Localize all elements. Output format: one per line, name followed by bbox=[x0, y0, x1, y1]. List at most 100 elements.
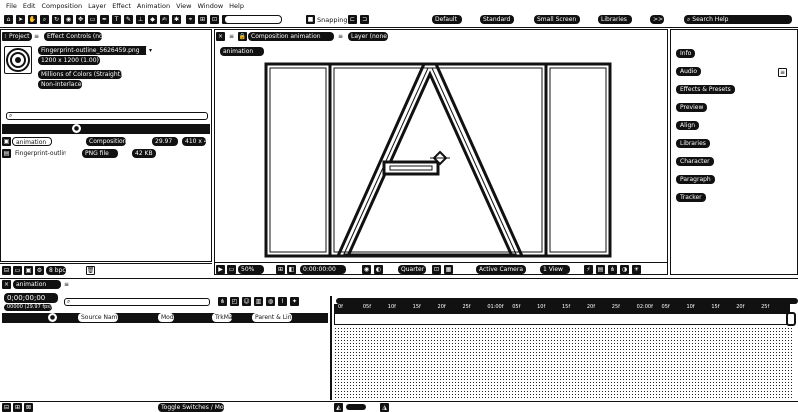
menu-item-edit[interactable]: Edit bbox=[23, 2, 36, 10]
work-area-bar[interactable] bbox=[334, 313, 790, 325]
transfer-controls-icon[interactable]: ⊞ bbox=[13, 403, 22, 412]
project-settings-icon[interactable]: ⚙ bbox=[35, 266, 44, 275]
project-row[interactable]: ▣ animation Composition 29.97 410 x 4 bbox=[2, 137, 210, 147]
workspace-small-screen[interactable]: Small Screen bbox=[534, 15, 580, 24]
column-source-name[interactable]: Source Name bbox=[78, 313, 118, 322]
tab-layer[interactable]: Layer (none) bbox=[348, 32, 388, 41]
panel-item-character[interactable]: Character bbox=[676, 157, 714, 166]
roto-brush-tool-icon[interactable]: ✍ bbox=[160, 15, 169, 24]
shy-layers-icon[interactable]: ☺ bbox=[242, 297, 251, 306]
snap-edges-icon[interactable]: ⊏ bbox=[348, 15, 357, 24]
zoom-dropdown[interactable]: 50% bbox=[238, 265, 264, 274]
snapshot-camera-icon[interactable]: ◉ bbox=[362, 265, 371, 274]
comp-flowchart-icon[interactable]: ⋔ bbox=[218, 297, 227, 306]
resolution-dropdown[interactable]: Quarter bbox=[398, 265, 426, 274]
axis-view-icon[interactable]: ⊡ bbox=[210, 15, 219, 24]
lock-icon[interactable]: 🔒 bbox=[238, 32, 247, 41]
camera-dropdown[interactable]: Active Camera bbox=[476, 265, 526, 274]
panel-menu-icon[interactable]: ≡ bbox=[32, 32, 41, 41]
close-icon[interactable]: × bbox=[216, 32, 225, 41]
tab-timeline[interactable]: animation bbox=[13, 280, 61, 289]
panel-menu-icon[interactable]: ≡ bbox=[62, 280, 71, 289]
clone-stamp-tool-icon[interactable]: ⊥ bbox=[136, 15, 145, 24]
graph-editor-icon[interactable]: ⌇ bbox=[278, 297, 287, 306]
type-tool-icon[interactable]: T bbox=[112, 15, 121, 24]
column-mode[interactable]: Mode bbox=[158, 313, 174, 322]
fast-previews-icon[interactable]: ⚡ bbox=[584, 265, 593, 274]
tab-effect-controls[interactable]: Effect Controls (none) bbox=[44, 32, 102, 41]
comp-breadcrumb[interactable]: animation bbox=[220, 47, 264, 56]
new-composition-icon[interactable]: ▣ bbox=[24, 266, 33, 275]
mask-icon[interactable]: ◧ bbox=[287, 265, 296, 274]
exposure-icon[interactable]: ☀ bbox=[632, 265, 641, 274]
menu-item-layer[interactable]: Layer bbox=[88, 2, 106, 10]
bpc-indicator[interactable]: 8 bpc bbox=[46, 266, 66, 275]
view-layout-dropdown[interactable]: 1 View bbox=[540, 265, 570, 274]
panel-item-libraries[interactable]: Libraries bbox=[676, 139, 710, 148]
interpret-footage-icon[interactable]: ⊟ bbox=[2, 266, 11, 275]
motion-blur-icon[interactable]: ◍ bbox=[266, 297, 275, 306]
rectangle-tool-icon[interactable]: ▭ bbox=[88, 15, 97, 24]
monitor-icon[interactable]: ▭ bbox=[227, 265, 236, 274]
hand-tool-icon[interactable]: ✋ bbox=[28, 15, 37, 24]
close-icon[interactable]: × bbox=[2, 280, 11, 289]
workspace-standard[interactable]: Standard bbox=[480, 15, 514, 24]
panel-item-preview[interactable]: Preview bbox=[676, 103, 708, 112]
menu-item-help[interactable]: Help bbox=[229, 2, 244, 10]
column-parent-link[interactable]: Parent & Link bbox=[252, 313, 292, 322]
layer-switches-icon[interactable]: ⊟ bbox=[2, 403, 11, 412]
timeline-icon[interactable]: ▤ bbox=[596, 265, 605, 274]
column-trkmat[interactable]: TrkMat bbox=[212, 313, 232, 322]
panel-item-align[interactable]: Align bbox=[676, 121, 700, 130]
menu-item-animation[interactable]: Animation bbox=[137, 2, 170, 10]
panel-menu-icon[interactable]: ≡ bbox=[227, 32, 236, 41]
project-search-input[interactable]: ⌕ bbox=[6, 112, 208, 120]
menu-item-effect[interactable]: Effect bbox=[112, 2, 131, 10]
project-row[interactable]: ▤ Fingerprint-outline_5626459.png PNG fi… bbox=[2, 149, 210, 159]
timecode-display[interactable]: 0;00;00;00 bbox=[4, 293, 58, 303]
tab-project[interactable]: Project bbox=[6, 32, 32, 41]
toggle-switches-modes[interactable]: Toggle Switches / Modes bbox=[158, 403, 224, 412]
axis-local-icon[interactable]: ⌖ bbox=[186, 15, 195, 24]
flowchart-icon[interactable]: ⋔ bbox=[608, 265, 617, 274]
transparency-grid-icon[interactable]: ▦ bbox=[444, 265, 453, 274]
grid-icon[interactable]: ⊞ bbox=[276, 265, 285, 274]
snapping-checkbox[interactable]: ■ bbox=[306, 15, 315, 24]
menu-item-view[interactable]: View bbox=[176, 2, 191, 10]
time-ruler[interactable]: 0f 05f 10f 15f 20f 25f 01:00f 05f 10f 15f 20f 25f 02… bbox=[334, 304, 790, 313]
delete-icon[interactable]: 🗑 bbox=[86, 266, 95, 275]
tool-options-field[interactable] bbox=[224, 15, 282, 24]
in-out-icon[interactable]: ⊠ bbox=[24, 403, 33, 412]
show-snapshot-icon[interactable]: ◐ bbox=[374, 265, 383, 274]
workspace-libraries[interactable]: Libraries bbox=[598, 15, 632, 24]
panel-menu-icon[interactable]: ≡ bbox=[336, 32, 345, 41]
rotate-tool-icon[interactable]: ↻ bbox=[52, 15, 61, 24]
zoom-tool-icon[interactable]: ⌕ bbox=[40, 15, 49, 24]
draft-3d-icon[interactable]: ◰ bbox=[230, 297, 239, 306]
workspace-overflow-button[interactable]: >> bbox=[650, 15, 664, 24]
panel-item-audio[interactable]: Audio bbox=[676, 67, 702, 76]
chevron-down-icon[interactable]: ▾ bbox=[146, 46, 155, 55]
current-time[interactable]: 0:00:00:00 bbox=[300, 265, 346, 274]
label-column-icon[interactable]: ● bbox=[48, 313, 57, 322]
brush-tool-icon[interactable]: ✎ bbox=[124, 15, 133, 24]
timeline-track-area[interactable] bbox=[334, 327, 792, 399]
brainstorm-icon[interactable]: ✦ bbox=[290, 297, 299, 306]
panel-menu-icon[interactable]: ≡ bbox=[778, 68, 787, 77]
frame-blending-icon[interactable]: ▥ bbox=[254, 297, 263, 306]
puppet-tool-icon[interactable]: ✱ bbox=[172, 15, 181, 24]
axis-world-icon[interactable]: ⊞ bbox=[198, 15, 207, 24]
panel-item-info[interactable]: Info bbox=[676, 49, 696, 58]
panel-item-tracker[interactable]: Tracker bbox=[676, 193, 706, 202]
zoom-out-time-icon[interactable]: ◭ bbox=[334, 403, 343, 412]
tab-composition[interactable]: Composition animation bbox=[248, 32, 334, 41]
snap-center-icon[interactable]: ⊐ bbox=[360, 15, 369, 24]
current-time-indicator[interactable] bbox=[786, 312, 796, 326]
timeline-search-input[interactable]: ⌕ bbox=[64, 298, 210, 306]
home-icon[interactable]: ⌂ bbox=[4, 15, 13, 24]
menu-item-window[interactable]: Window bbox=[198, 2, 224, 10]
pan-behind-tool-icon[interactable]: ✥ bbox=[76, 15, 85, 24]
reset-exposure-icon[interactable]: ◑ bbox=[620, 265, 629, 274]
new-folder-icon[interactable]: ▭ bbox=[13, 266, 22, 275]
panel-item-effects-presets[interactable]: Effects & Presets bbox=[676, 85, 735, 94]
